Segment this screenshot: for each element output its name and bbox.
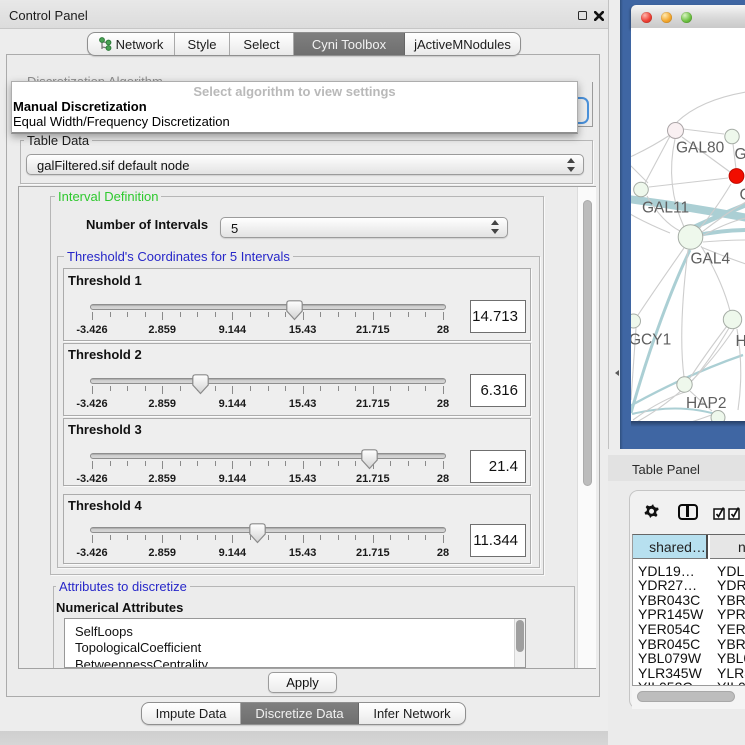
svg-text:C: C bbox=[740, 187, 745, 204]
svg-text:GA: GA bbox=[735, 146, 745, 163]
svg-text:GAL4: GAL4 bbox=[691, 251, 731, 268]
svg-text:HAP2: HAP2 bbox=[686, 395, 727, 412]
svg-text:GCY1: GCY1 bbox=[631, 332, 671, 349]
svg-text:GAL11: GAL11 bbox=[642, 200, 689, 217]
svg-text:H: H bbox=[736, 333, 745, 350]
svg-text:GAL80: GAL80 bbox=[676, 140, 725, 157]
